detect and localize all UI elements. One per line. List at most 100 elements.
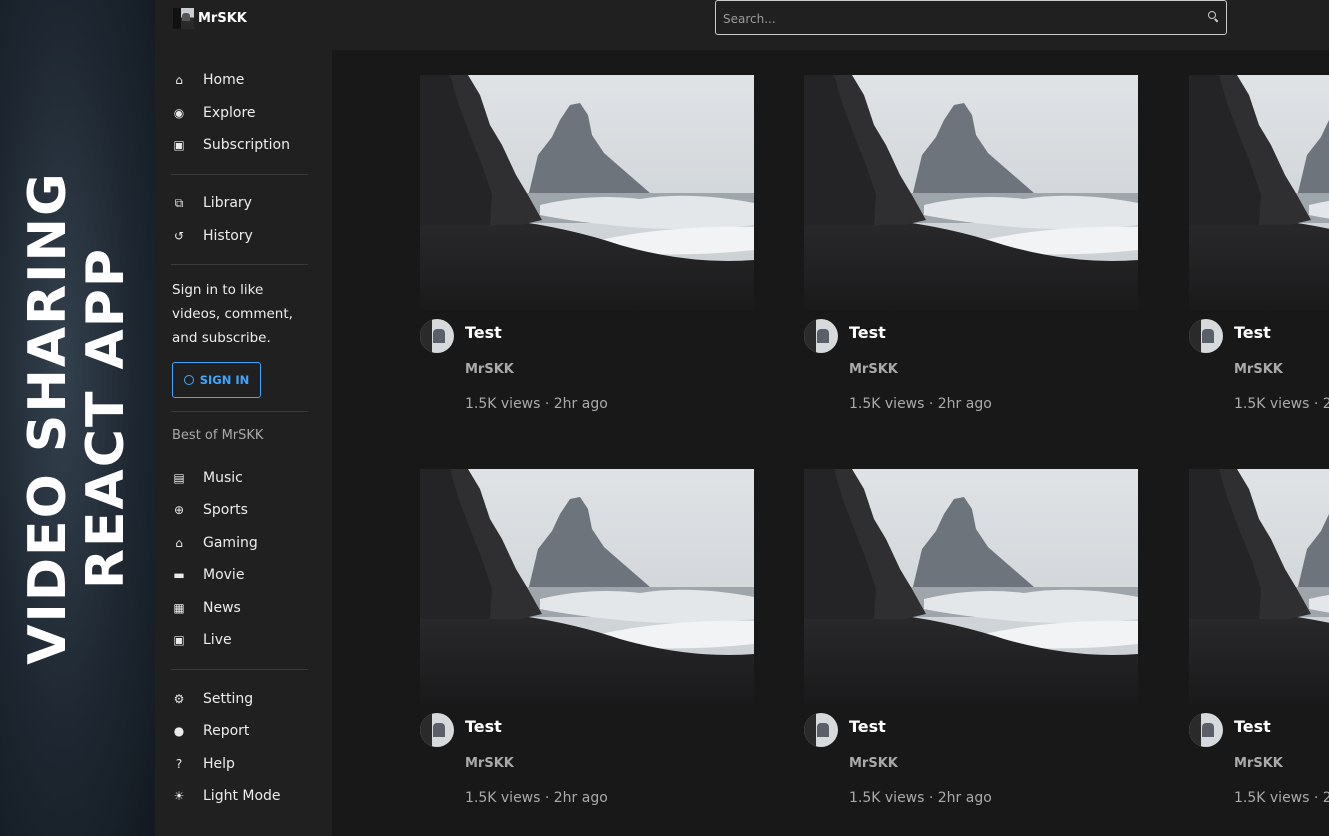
sidebar-item-light-mode[interactable]: ☀ Light Mode	[171, 784, 281, 808]
sidebar-item-subscription[interactable]: ▣ Subscription	[171, 133, 290, 157]
video-thumbnail[interactable]	[420, 75, 754, 310]
sidebar-item-label: Gaming	[203, 535, 258, 551]
sidebar-item-label: Movie	[203, 567, 245, 583]
video-card[interactable]: Test MrSKK 1.5K views · 2hr ago	[804, 75, 1138, 435]
history-icon: ↺	[173, 229, 185, 243]
sidebar-item-setting[interactable]: ⚙ Setting	[171, 687, 254, 711]
sidebar-item-home[interactable]: ⌂ Home	[171, 68, 244, 92]
sidebar-item-history[interactable]: ↺ History	[171, 224, 253, 248]
sidebar-item-label: Explore	[203, 105, 256, 121]
sports-icon: ⊕	[173, 503, 185, 517]
channel-name[interactable]: MrSKK	[1234, 756, 1283, 771]
video-meta: 1.5K views · 2hr ago	[465, 396, 608, 412]
sidebar-item-label: Home	[203, 72, 245, 88]
app-logo[interactable]: MrSKK	[173, 7, 247, 29]
gaming-icon: ⌂	[175, 536, 183, 550]
video-meta: 1.5K views · 2hr ago	[465, 790, 608, 806]
sidebar-item-explore[interactable]: ◉ Explore	[171, 101, 256, 125]
channel-name[interactable]: MrSKK	[849, 756, 898, 771]
sidebar-divider	[171, 264, 308, 265]
sidebar-item-label: Music	[203, 470, 243, 486]
movie-icon: ▬	[173, 568, 185, 582]
banner-title: VIDEO SHARING REACT APP	[18, 171, 136, 665]
report-icon: ●	[173, 724, 185, 738]
sidebar-item-music[interactable]: ▤ Music	[171, 466, 243, 490]
channel-name[interactable]: MrSKK	[465, 756, 514, 771]
settings-icon: ⚙	[173, 692, 185, 706]
sidebar: MrSKK ⌂ Home ◉ Explore ▣ Subscription ⧉ …	[155, 0, 332, 836]
sidebar-item-gaming[interactable]: ⌂ Gaming	[171, 531, 258, 555]
search-box	[715, 0, 1227, 36]
library-icon: ⧉	[174, 195, 184, 210]
channel-avatar[interactable]	[1189, 319, 1223, 353]
video-card[interactable]: Test MrSKK 1.5K views · 2hr ago	[804, 469, 1138, 829]
channel-avatar[interactable]	[804, 319, 838, 353]
video-thumbnail[interactable]	[804, 75, 1138, 310]
channel-name[interactable]: MrSKK	[465, 362, 514, 377]
video-title[interactable]: Test	[465, 717, 502, 736]
video-card[interactable]: Test MrSKK 1.5K views · 2hr ago	[1189, 75, 1329, 435]
app-name: MrSKK	[198, 10, 247, 26]
sign-in-label: SIGN IN	[199, 373, 250, 387]
subscription-icon: ▣	[173, 138, 185, 152]
video-title[interactable]: Test	[849, 323, 886, 342]
sidebar-item-label: News	[203, 600, 241, 616]
channel-avatar[interactable]	[804, 713, 838, 747]
sidebar-divider	[171, 411, 308, 412]
video-card[interactable]: Test MrSKK 1.5K views · 2hr ago	[1189, 469, 1329, 829]
video-thumbnail[interactable]	[804, 469, 1138, 704]
signin-prompt: Sign in to like videos, comment, and sub…	[172, 282, 293, 346]
sidebar-item-label: History	[203, 228, 253, 244]
channel-name[interactable]: MrSKK	[1234, 362, 1283, 377]
live-icon: ▣	[173, 633, 185, 647]
top-bar	[332, 0, 1329, 50]
video-meta: 1.5K views · 2hr ago	[849, 790, 992, 806]
banner-line-2: REACT APP	[76, 246, 136, 590]
sidebar-item-label: Report	[203, 723, 250, 739]
video-title[interactable]: Test	[1234, 323, 1271, 342]
news-icon: ▦	[173, 601, 185, 615]
search-icon[interactable]	[1208, 11, 1217, 20]
music-icon: ▤	[173, 471, 185, 485]
sidebar-item-label: Sports	[203, 502, 248, 518]
video-card[interactable]: Test MrSKK 1.5K views · 2hr ago	[420, 75, 754, 435]
sidebar-item-sports[interactable]: ⊕ Sports	[171, 498, 248, 522]
sidebar-item-news[interactable]: ▦ News	[171, 596, 241, 620]
video-thumbnail[interactable]	[420, 469, 754, 704]
video-meta: 1.5K views · 2hr ago	[849, 396, 992, 412]
light-mode-icon: ☀	[173, 789, 185, 803]
account-icon	[183, 375, 194, 385]
video-thumbnail[interactable]	[1189, 75, 1329, 310]
sidebar-divider	[171, 174, 308, 175]
sidebar-divider	[171, 669, 308, 670]
sidebar-item-help[interactable]: ? Help	[171, 752, 235, 776]
video-meta: 1.5K views · 2hr ago	[1234, 790, 1329, 806]
video-title[interactable]: Test	[465, 323, 502, 342]
banner-line-1: VIDEO SHARING	[18, 171, 78, 665]
channel-avatar[interactable]	[420, 713, 454, 747]
home-icon: ⌂	[175, 73, 183, 87]
help-icon: ?	[175, 757, 183, 771]
sidebar-item-report[interactable]: ● Report	[171, 719, 250, 743]
sign-in-button[interactable]: SIGN IN	[172, 362, 261, 398]
video-card[interactable]: Test MrSKK 1.5K views · 2hr ago	[420, 469, 754, 829]
promo-banner: VIDEO SHARING REACT APP	[0, 0, 155, 836]
video-meta: 1.5K views · 2hr ago	[1234, 396, 1329, 412]
sidebar-item-label: Help	[203, 756, 235, 772]
video-title[interactable]: Test	[849, 717, 886, 736]
video-grid: Test MrSKK 1.5K views · 2hr ago Test MrS…	[332, 50, 1329, 836]
search-input[interactable]	[721, 1, 1195, 36]
video-title[interactable]: Test	[1234, 717, 1271, 736]
sidebar-item-label: Setting	[203, 691, 254, 707]
channel-avatar[interactable]	[1189, 713, 1223, 747]
channel-avatar[interactable]	[420, 319, 454, 353]
explore-icon: ◉	[173, 106, 185, 120]
sidebar-item-library[interactable]: ⧉ Library	[171, 191, 252, 215]
sidebar-item-label: Library	[203, 195, 252, 211]
channel-name[interactable]: MrSKK	[849, 362, 898, 377]
sidebar-item-live[interactable]: ▣ Live	[171, 628, 232, 652]
section-title: Best of MrSKK	[172, 428, 264, 443]
sidebar-item-movie[interactable]: ▬ Movie	[171, 563, 244, 587]
sidebar-item-label: Live	[203, 632, 232, 648]
video-thumbnail[interactable]	[1189, 469, 1329, 704]
